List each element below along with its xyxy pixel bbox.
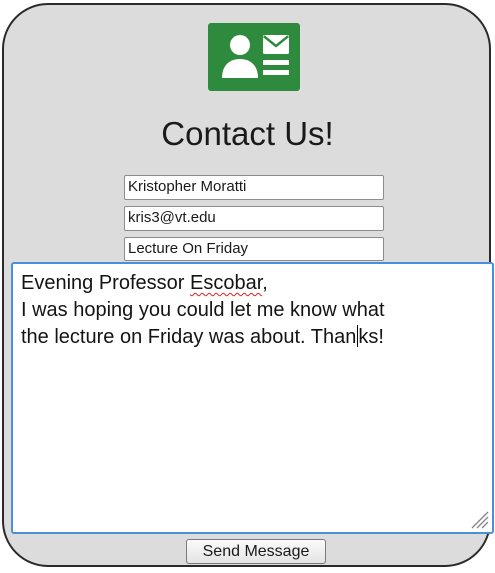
- email-field[interactable]: kris3@vt.edu: [124, 206, 384, 231]
- resize-grip-icon[interactable]: [467, 507, 489, 529]
- send-message-button[interactable]: Send Message: [186, 539, 326, 564]
- subject-field[interactable]: Lecture On Friday: [124, 237, 384, 261]
- page-title: Contact Us!: [161, 115, 334, 152]
- message-line-1: Evening Professor Escobar,: [21, 270, 484, 297]
- message-text: ks!: [358, 326, 384, 348]
- message-line-3: the lecture on Friday was about. Than ks!: [21, 324, 484, 351]
- misspelled-word: Escobar: [189, 272, 263, 294]
- message-text: Evening Professor: [21, 272, 190, 294]
- name-field[interactable]: Kristopher Moratti: [124, 175, 384, 200]
- contact-card-icon: [208, 23, 300, 91]
- message-textarea[interactable]: Evening Professor Escobar, I was hoping …: [11, 262, 494, 534]
- message-text: ,: [262, 272, 268, 294]
- message-text: the lecture on Friday was about. Than: [21, 326, 357, 348]
- message-line-2: I was hoping you could let me know what: [21, 299, 385, 321]
